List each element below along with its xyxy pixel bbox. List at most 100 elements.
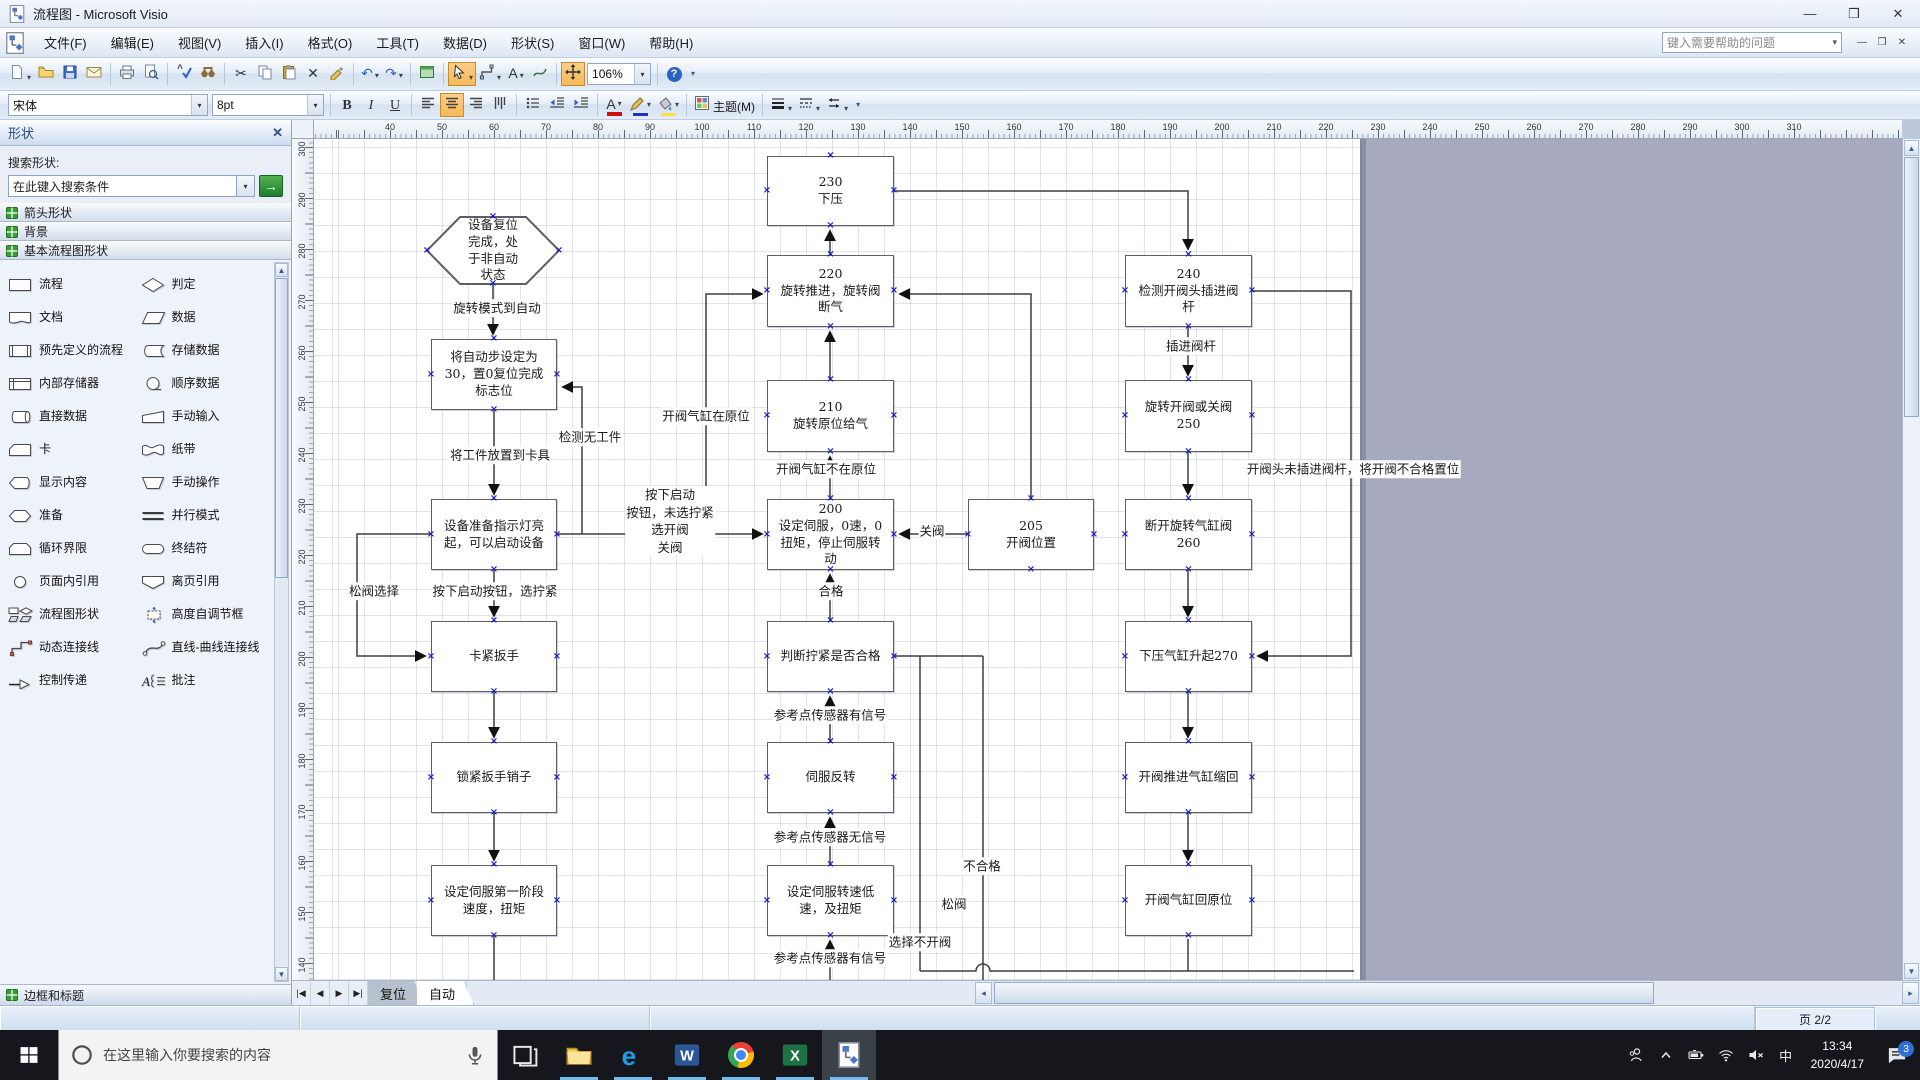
theme-button[interactable]: 主题(M) — [691, 93, 758, 117]
connector-label-15[interactable]: 选择不开阀 — [888, 933, 953, 951]
shape-item-manual-operation[interactable]: 手动操作 — [139, 466, 272, 499]
menu-item-window[interactable]: 窗口(W) — [566, 28, 637, 57]
shape-item-auto-height-box[interactable]: 高度自调节框 — [139, 598, 272, 631]
line-weight-button[interactable]: ▾ — [767, 93, 795, 117]
format-painter-button[interactable] — [325, 62, 349, 86]
connector-label-4[interactable]: 开阀气缸不在原位 — [775, 460, 877, 478]
taskbar-clock[interactable]: 13:34 2020/4/17 — [1801, 1037, 1874, 1073]
shape-item-off-page-reference[interactable]: 离页引用 — [139, 565, 272, 598]
scrollbar-thumb[interactable] — [994, 982, 1654, 1004]
menu-item-insert[interactable]: 插入(I) — [233, 28, 295, 57]
shape-item-stored-data[interactable]: 存储数据 — [139, 334, 272, 367]
cut-button[interactable]: ✂ — [229, 62, 253, 86]
restore-window-button[interactable]: ❒ — [1872, 34, 1892, 52]
shape-item-sequential-data[interactable]: 顺序数据 — [139, 367, 272, 400]
bullets-button[interactable] — [521, 93, 545, 117]
chevron-down-icon[interactable]: ▾ — [634, 64, 650, 84]
shape-search-input[interactable]: 在此键入搜索条件 — [8, 175, 237, 197]
stencil-borders-titles[interactable]: 边框和标题 — [0, 984, 291, 1005]
shapes-window-button[interactable] — [415, 62, 439, 86]
flowchart-node-step-210[interactable]: 210 旋转原位给气 — [767, 380, 894, 452]
line-color-button[interactable]: ▾ — [626, 93, 654, 117]
flowchart-node-set-auto-step[interactable]: 将自动步设定为 30，置0复位完成 标志位 — [431, 339, 557, 410]
mail-button[interactable] — [82, 62, 106, 86]
stencil-header-arrow-shapes[interactable]: 箭头形状 — [0, 203, 291, 222]
menu-item-data[interactable]: 数据(D) — [431, 28, 499, 57]
paste-button[interactable] — [277, 62, 301, 86]
italic-button[interactable]: I — [359, 93, 383, 117]
maximize-button[interactable]: ❒ — [1832, 0, 1876, 27]
connector-label-7[interactable]: 合格 — [817, 582, 844, 600]
shape-search-dropdown[interactable]: ▾ — [237, 175, 255, 197]
scroll-up-icon[interactable]: ▲ — [1904, 140, 1919, 156]
shape-item-predefined-process[interactable]: 预先定义的流程 — [6, 334, 139, 367]
canvas-horizontal-scrollbar[interactable]: ◂ ▸ — [466, 981, 1920, 1005]
minimize-window-button[interactable]: — — [1852, 34, 1872, 52]
increase-indent-button[interactable] — [569, 93, 593, 117]
flowchart-node-servo-lowspeed[interactable]: 设定伺服转速低 速，及扭矩 — [767, 865, 894, 936]
shape-item-line-curve-connector[interactable]: 直线-曲线连接线 — [139, 631, 272, 664]
action-center-button[interactable]: 3 — [1874, 1045, 1920, 1065]
flowchart-node-lock-pin[interactable]: 锁紧扳手销子 — [431, 742, 557, 813]
shape-list-scrollbar[interactable]: ▲ ▼ — [274, 262, 289, 982]
shape-item-terminator[interactable]: 终结符 — [139, 532, 272, 565]
connector-label-5[interactable]: 按下启动 按钮，未选拧紧 选开阀 关阀 — [625, 486, 715, 556]
stencil-header-basic-flowchart-shapes[interactable]: 基本流程图形状 — [0, 241, 291, 260]
stencil-header-backgrounds[interactable]: 背景 — [0, 222, 291, 241]
decrease-indent-button[interactable] — [545, 93, 569, 117]
chevron-down-icon[interactable]: ▾ — [307, 95, 323, 115]
scroll-right-icon[interactable]: ▸ — [1902, 982, 1919, 1004]
flowchart-node-cyl-retract[interactable]: 开阀推进气缸缩回 — [1125, 742, 1252, 813]
underline-button[interactable]: U — [383, 93, 407, 117]
font-color-button[interactable]: A▾ — [602, 93, 626, 117]
ime-indicator-tray-icon[interactable]: 中 — [1771, 1030, 1801, 1080]
toolbar-options-button[interactable]: ▾ — [851, 93, 865, 117]
next-page-icon[interactable]: ▶ — [330, 981, 349, 1005]
shape-item-document[interactable]: 文档 — [6, 301, 139, 334]
shape-item-process[interactable]: 流程 — [6, 268, 139, 301]
connector-label-9[interactable]: 按下启动按钮，选拧紧 — [431, 582, 558, 600]
open-button[interactable] — [34, 62, 58, 86]
print-button[interactable] — [115, 62, 139, 86]
flowchart-node-clamp-wrench[interactable]: 卡紧扳手 — [431, 621, 557, 692]
flowchart-node-step-220[interactable]: 220 旋转推进，旋转阀 断气 — [767, 255, 894, 327]
shape-item-on-page-reference[interactable]: 页面内引用 — [6, 565, 139, 598]
shape-item-parallel-mode[interactable]: 并行模式 — [139, 499, 272, 532]
shape-item-internal-storage[interactable]: 内部存储器 — [6, 367, 139, 400]
shape-item-card[interactable]: 卡 — [6, 433, 139, 466]
align-right-button[interactable] — [464, 93, 488, 117]
connector-label-13[interactable]: 不合格 — [962, 857, 1002, 875]
align-left-button[interactable] — [416, 93, 440, 117]
connector-label-17[interactable]: 开阀头未插进阀杆，将开阀不合格置位 — [1246, 460, 1461, 478]
spelling-button[interactable] — [172, 62, 196, 86]
network-tray-icon[interactable] — [1711, 1030, 1741, 1080]
flowchart-node-judge-ok[interactable]: 判断拧紧是否合格 — [767, 621, 894, 692]
file-explorer-taskbar-button[interactable] — [552, 1030, 606, 1080]
minimize-button[interactable]: — — [1788, 0, 1832, 27]
line-ends-button[interactable]: ▾ — [823, 93, 851, 117]
visio-taskbar-button[interactable] — [822, 1030, 876, 1080]
flowchart-node-step-230[interactable]: 230 下压 — [767, 156, 894, 226]
tab-reset[interactable]: 复位 — [368, 981, 425, 1005]
bold-button[interactable]: B — [335, 93, 359, 117]
help-dropdown-icon[interactable]: ▾ — [1832, 37, 1837, 48]
scrollbar-thumb[interactable] — [275, 278, 288, 578]
font-size-combo[interactable]: 8pt▾ — [212, 94, 324, 116]
connector-label-10[interactable]: 参考点传感器有信号 — [773, 706, 888, 724]
flowchart-node-step-250[interactable]: 旋转开阀或关阀 250 — [1125, 380, 1252, 452]
scroll-down-icon[interactable]: ▼ — [275, 967, 288, 981]
fill-color-button[interactable]: ▾ — [654, 93, 682, 117]
connector-label-0[interactable]: 旋转模式到自动 — [452, 299, 542, 317]
close-window-button[interactable]: ✕ — [1892, 34, 1912, 52]
previous-page-icon[interactable]: ◀ — [311, 981, 330, 1005]
toolbar-options-button[interactable]: ▾ — [686, 62, 700, 86]
menu-item-format[interactable]: 格式(O) — [296, 28, 365, 57]
shape-item-paper-tape[interactable]: 纸带 — [139, 433, 272, 466]
save-button[interactable] — [58, 62, 82, 86]
help-button[interactable]: ? — [662, 62, 686, 86]
flowchart-node-step-240[interactable]: 240 检测开阀头插进阀 杆 — [1125, 255, 1252, 327]
flowchart-node-step-200[interactable]: 200 设定伺服，0速，0 扭矩，停止伺服转 动 — [767, 499, 894, 570]
drawing-page[interactable]: 设备复位 完成，处 于非自动 状态××××将自动步设定为 30，置0复位完成 标… — [314, 139, 1902, 980]
zoom-level-combo[interactable]: 106%▾ — [587, 63, 651, 85]
scroll-down-icon[interactable]: ▼ — [1904, 963, 1919, 979]
